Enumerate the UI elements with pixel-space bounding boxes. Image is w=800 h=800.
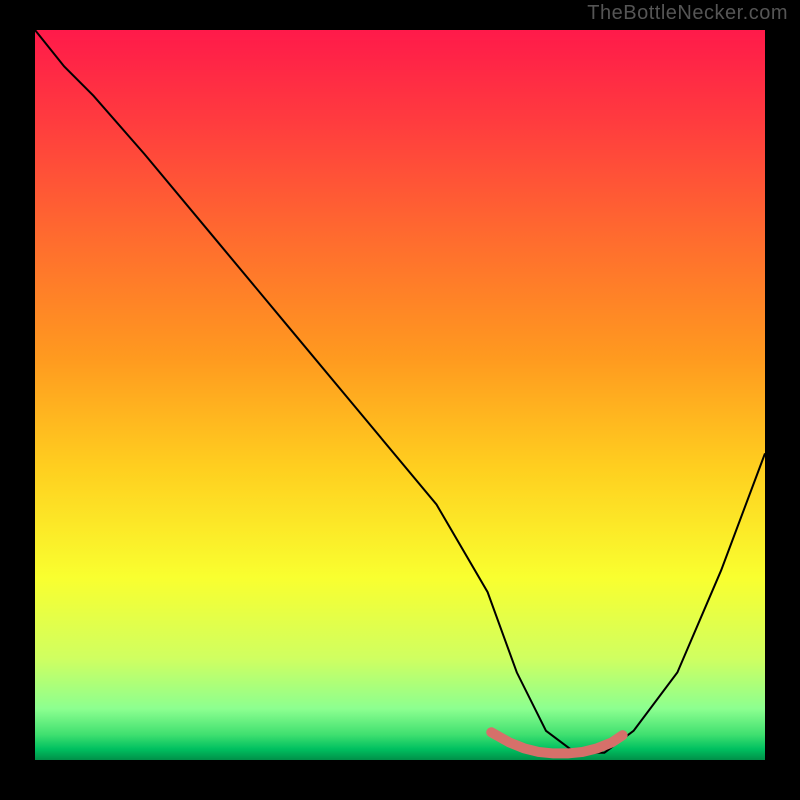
chart-plot-area bbox=[35, 30, 765, 760]
watermark-text: TheBottleNecker.com bbox=[587, 2, 788, 25]
gradient-background bbox=[35, 30, 765, 760]
chart-svg bbox=[35, 30, 765, 760]
